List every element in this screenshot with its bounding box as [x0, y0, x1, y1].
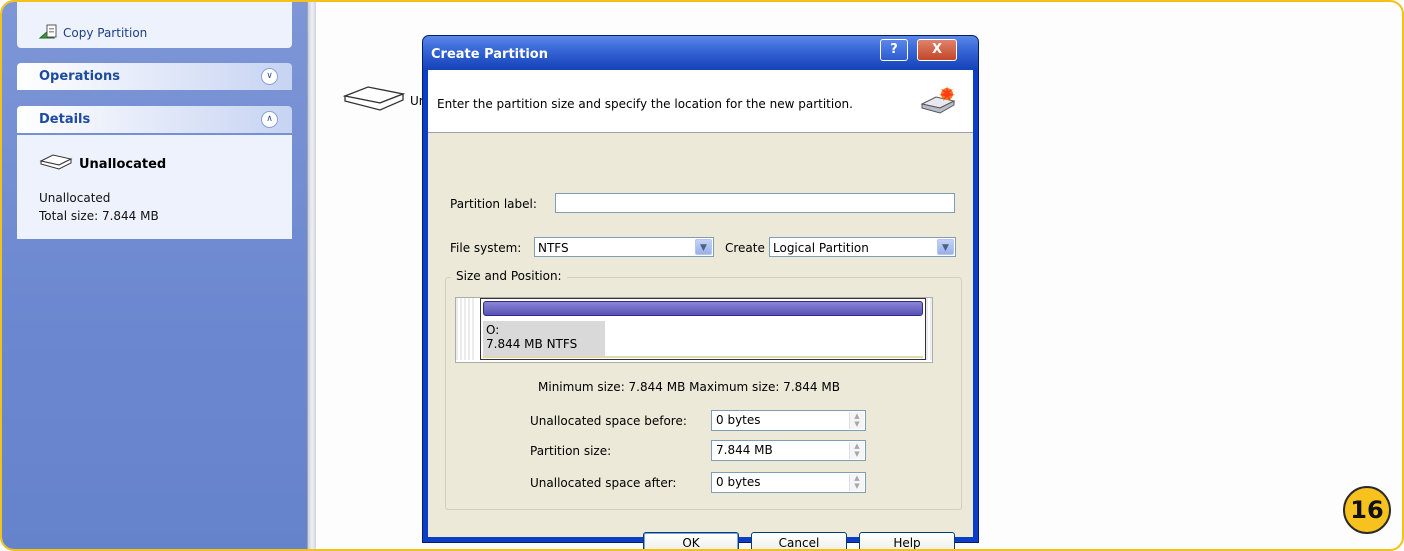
partition-size-fs: 7.844 MB NTFS	[486, 337, 578, 351]
create-partition-dialog: Create Partition ? X Enter the partition…	[423, 36, 978, 549]
actions-panel: Copy Partition	[17, 2, 292, 48]
partition-label-input[interactable]	[555, 193, 955, 213]
create-as-value: Logical Partition	[773, 241, 869, 255]
file-system-value: NTFS	[538, 241, 569, 255]
unalloc-before-value: 0 bytes	[716, 413, 761, 427]
disk-map-label: Ur	[410, 93, 424, 108]
unalloc-after-label: Unallocated space after:	[530, 476, 677, 490]
details-heading: Unallocated	[39, 153, 166, 175]
unalloc-before-spinner[interactable]: 0 bytes ▲ ▼	[711, 410, 866, 431]
details-total-size: Total size: 7.844 MB	[39, 209, 159, 223]
partition-bottom-line	[483, 356, 923, 358]
new-partition-icon	[918, 86, 958, 121]
operations-header[interactable]: Operations ∨	[17, 63, 292, 90]
unalloc-after-spinner[interactable]: 0 bytes ▲ ▼	[711, 472, 866, 493]
dialog-titlebar[interactable]: Create Partition ? X	[423, 36, 978, 70]
copy-partition-link[interactable]: Copy Partition	[37, 22, 147, 43]
size-position-title: Size and Position:	[451, 269, 567, 283]
disk-icon	[39, 153, 73, 175]
dialog-body: Enter the partition size and specify the…	[428, 70, 973, 549]
details-panel: Unallocated Unallocated Total size: 7.84…	[17, 135, 292, 239]
details-name: Unallocated	[79, 156, 167, 172]
help-button[interactable]: Help	[859, 532, 955, 549]
spinner-arrows-icon[interactable]: ▲ ▼	[849, 412, 864, 429]
step-number-badge: 16	[1343, 486, 1391, 534]
task-sidebar: Copy Partition Operations ∨ Details ∧ Un…	[2, 2, 307, 549]
file-system-select[interactable]: NTFS ▼	[534, 237, 714, 257]
partition-layout-bar: O: 7.844 MB NTFS	[455, 297, 933, 363]
spinner-arrows-icon[interactable]: ▲ ▼	[849, 442, 864, 459]
spinner-arrows-icon[interactable]: ▲ ▼	[849, 474, 864, 491]
partition-drive-letter: O:	[486, 323, 500, 337]
min-max-size: Minimum size: 7.844 MB Maximum size: 7.8…	[538, 380, 840, 394]
screenshot-frame: Copy Partition Operations ∨ Details ∧ Un…	[0, 0, 1404, 551]
copy-partition-label: Copy Partition	[63, 25, 148, 40]
partition-size-spinner[interactable]: 7.844 MB ▲ ▼	[711, 440, 866, 461]
create-as-select[interactable]: Logical Partition ▼	[769, 237, 956, 257]
copy-partition-icon	[37, 22, 59, 43]
partition-block-label: O: 7.844 MB NTFS	[483, 321, 605, 357]
unalloc-before-label: Unallocated space before:	[530, 414, 687, 428]
partition-usage-bar[interactable]	[483, 301, 923, 316]
details-header[interactable]: Details ∧	[17, 106, 292, 133]
panel-splitter[interactable]	[307, 2, 316, 549]
bar-left-stripes	[456, 298, 474, 360]
unalloc-after-value: 0 bytes	[716, 475, 761, 489]
details-title: Details	[39, 112, 91, 127]
operations-title: Operations	[39, 69, 120, 84]
partition-label-label: Partition label:	[450, 197, 537, 211]
details-type: Unallocated	[39, 191, 111, 205]
chevron-down-icon[interactable]: ∨	[261, 68, 278, 85]
chevron-down-icon[interactable]: ▼	[695, 239, 712, 255]
partition-block[interactable]: O: 7.844 MB NTFS	[480, 298, 926, 360]
chevron-down-icon[interactable]: ▼	[937, 239, 954, 255]
titlebar-help-button[interactable]: ?	[880, 39, 908, 61]
disk-icon	[342, 84, 406, 117]
titlebar-close-button[interactable]: X	[917, 39, 957, 61]
dialog-title: Create Partition	[431, 47, 548, 62]
file-system-label: File system:	[450, 241, 522, 255]
dialog-header-band: Enter the partition size and specify the…	[428, 70, 973, 133]
ok-button[interactable]: OK	[643, 532, 739, 549]
cancel-button[interactable]: Cancel	[751, 532, 847, 549]
dialog-message: Enter the partition size and specify the…	[437, 97, 853, 111]
chevron-up-icon[interactable]: ∧	[261, 111, 278, 128]
disk-map-item[interactable]: Ur	[342, 84, 424, 117]
partition-size-label: Partition size:	[530, 444, 612, 458]
partition-size-value: 7.844 MB	[716, 443, 773, 457]
